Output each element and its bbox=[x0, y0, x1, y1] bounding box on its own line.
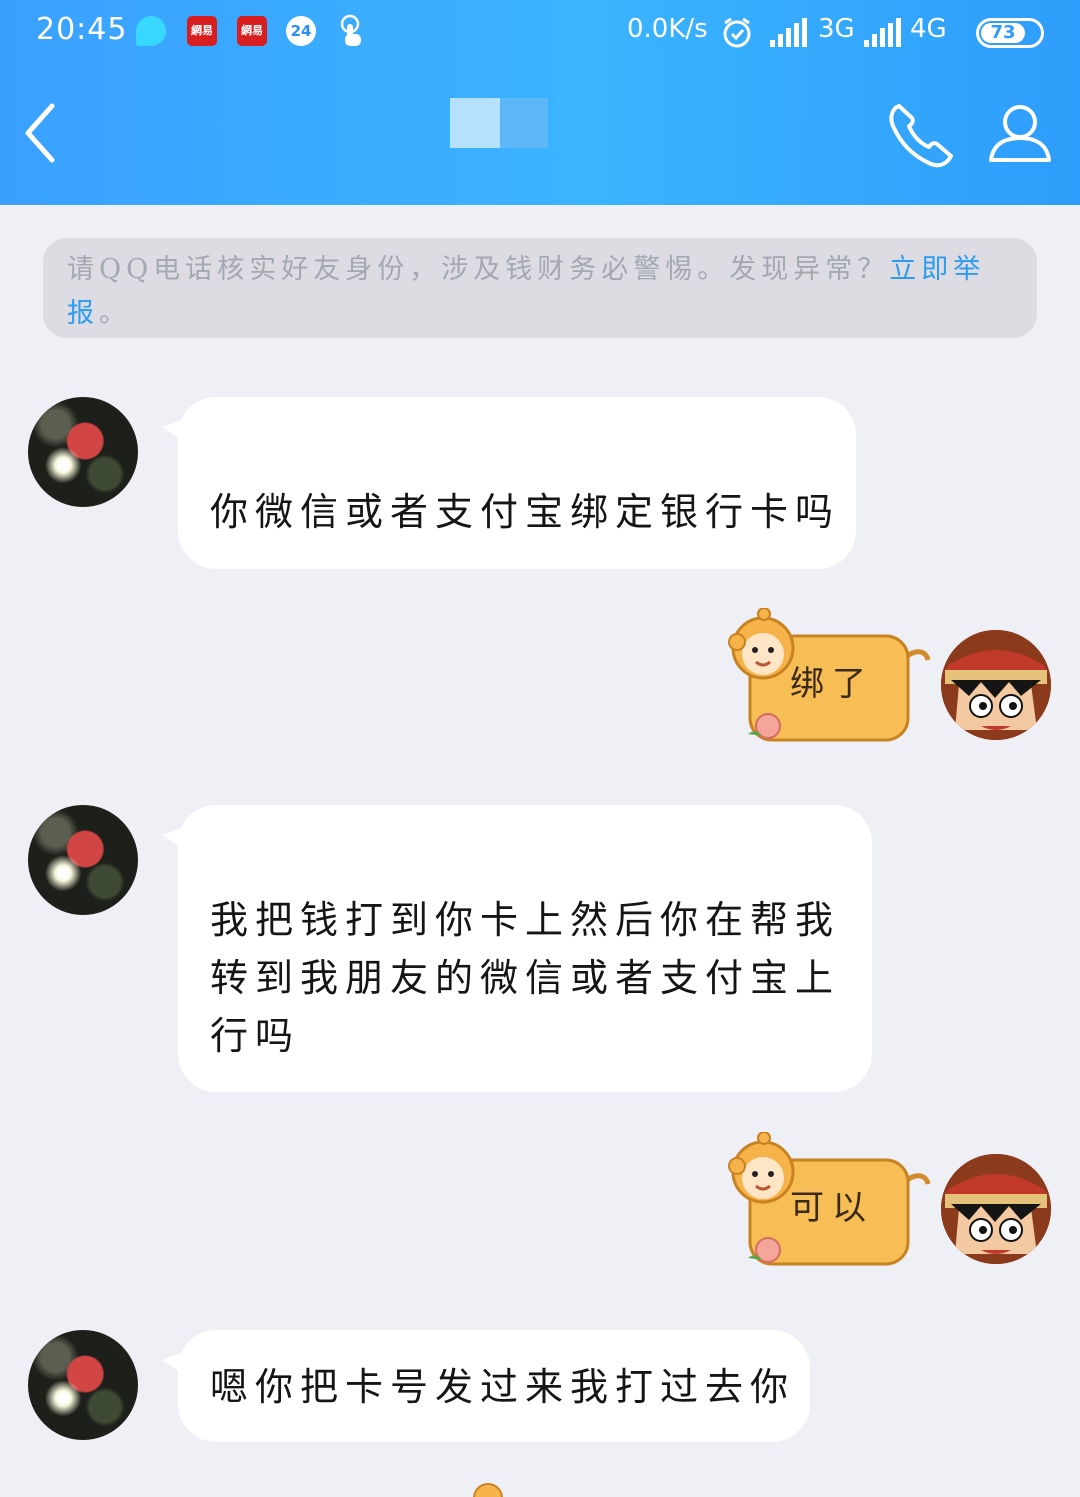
message-bubble: 我把钱打到你卡上然后你在帮我 转到我朋友的微信或者支付宝上 行吗 bbox=[162, 805, 872, 1092]
bubble-app-icon bbox=[136, 16, 166, 46]
touch-icon bbox=[336, 14, 366, 50]
notice-end: 。 bbox=[99, 298, 131, 329]
battery-icon: 73 bbox=[976, 18, 1044, 48]
netease-icon: 網易 bbox=[237, 16, 267, 46]
alarm-icon bbox=[720, 16, 754, 54]
message-line: 转到我朋友的微信或者支付宝上 bbox=[210, 956, 841, 1000]
contact-avatar[interactable] bbox=[28, 397, 138, 507]
chevron-left-icon bbox=[25, 103, 55, 163]
monkey-sticker-partial bbox=[468, 1480, 508, 1497]
profile-button[interactable] bbox=[985, 98, 1055, 168]
netease-icon: 網易 bbox=[187, 16, 217, 46]
back-button[interactable] bbox=[18, 98, 68, 168]
notice-text: 请QQ电话核实好友身份，涉及钱财务必警惕。发现异常？ bbox=[67, 254, 890, 285]
contact-name-redacted bbox=[450, 98, 548, 148]
anime-avatar-icon bbox=[941, 1154, 1051, 1264]
sticker-text: 绑了 bbox=[790, 664, 874, 704]
battery-level: 73 bbox=[981, 23, 1025, 43]
call-button[interactable] bbox=[885, 98, 957, 170]
user-avatar[interactable] bbox=[941, 1154, 1051, 1264]
monkey-sticker[interactable]: 可以 bbox=[728, 1131, 933, 1277]
status-bar: 20:45 網易 網易 24 0.0K/s 3G 4G 73 bbox=[0, 0, 1080, 68]
network-type-2: 4G bbox=[910, 14, 947, 44]
chat-header bbox=[0, 68, 1080, 205]
title-bar: 20:45 網易 網易 24 0.0K/s 3G 4G 73 bbox=[0, 0, 1080, 205]
network-type-1: 3G bbox=[818, 14, 855, 44]
contact-avatar[interactable] bbox=[28, 1330, 138, 1440]
message-bubble: 嗯你把卡号发过来我打过去你 bbox=[162, 1330, 810, 1442]
phone-icon bbox=[889, 104, 953, 168]
message-text: 嗯你把卡号发过来我打过去你 bbox=[210, 1365, 796, 1409]
anime-avatar-icon bbox=[941, 630, 1051, 740]
security-notice: 请QQ电话核实好友身份，涉及钱财务必警惕。发现异常？立即举报。 bbox=[43, 238, 1037, 338]
signal-icon bbox=[768, 18, 812, 52]
person-icon bbox=[989, 105, 1051, 162]
sticker-text: 可以 bbox=[790, 1188, 874, 1228]
24h-icon: 24 bbox=[286, 16, 316, 46]
message-text: 你微信或者支付宝绑定银行卡吗 bbox=[210, 490, 841, 534]
status-time: 20:45 bbox=[36, 12, 128, 47]
signal-icon bbox=[862, 18, 906, 52]
user-avatar[interactable] bbox=[941, 630, 1051, 740]
monkey-sticker[interactable]: 绑了 bbox=[728, 607, 933, 753]
bubble-tail bbox=[162, 1348, 196, 1382]
bubble-tail bbox=[162, 823, 196, 857]
contact-avatar[interactable] bbox=[28, 805, 138, 915]
message-bubble: 你微信或者支付宝绑定银行卡吗 bbox=[162, 397, 856, 569]
message-line: 行吗 bbox=[210, 1014, 301, 1058]
net-speed: 0.0K/s bbox=[627, 14, 708, 44]
bubble-tail bbox=[162, 415, 196, 449]
message-line: 我把钱打到你卡上然后你在帮我 bbox=[210, 898, 841, 942]
